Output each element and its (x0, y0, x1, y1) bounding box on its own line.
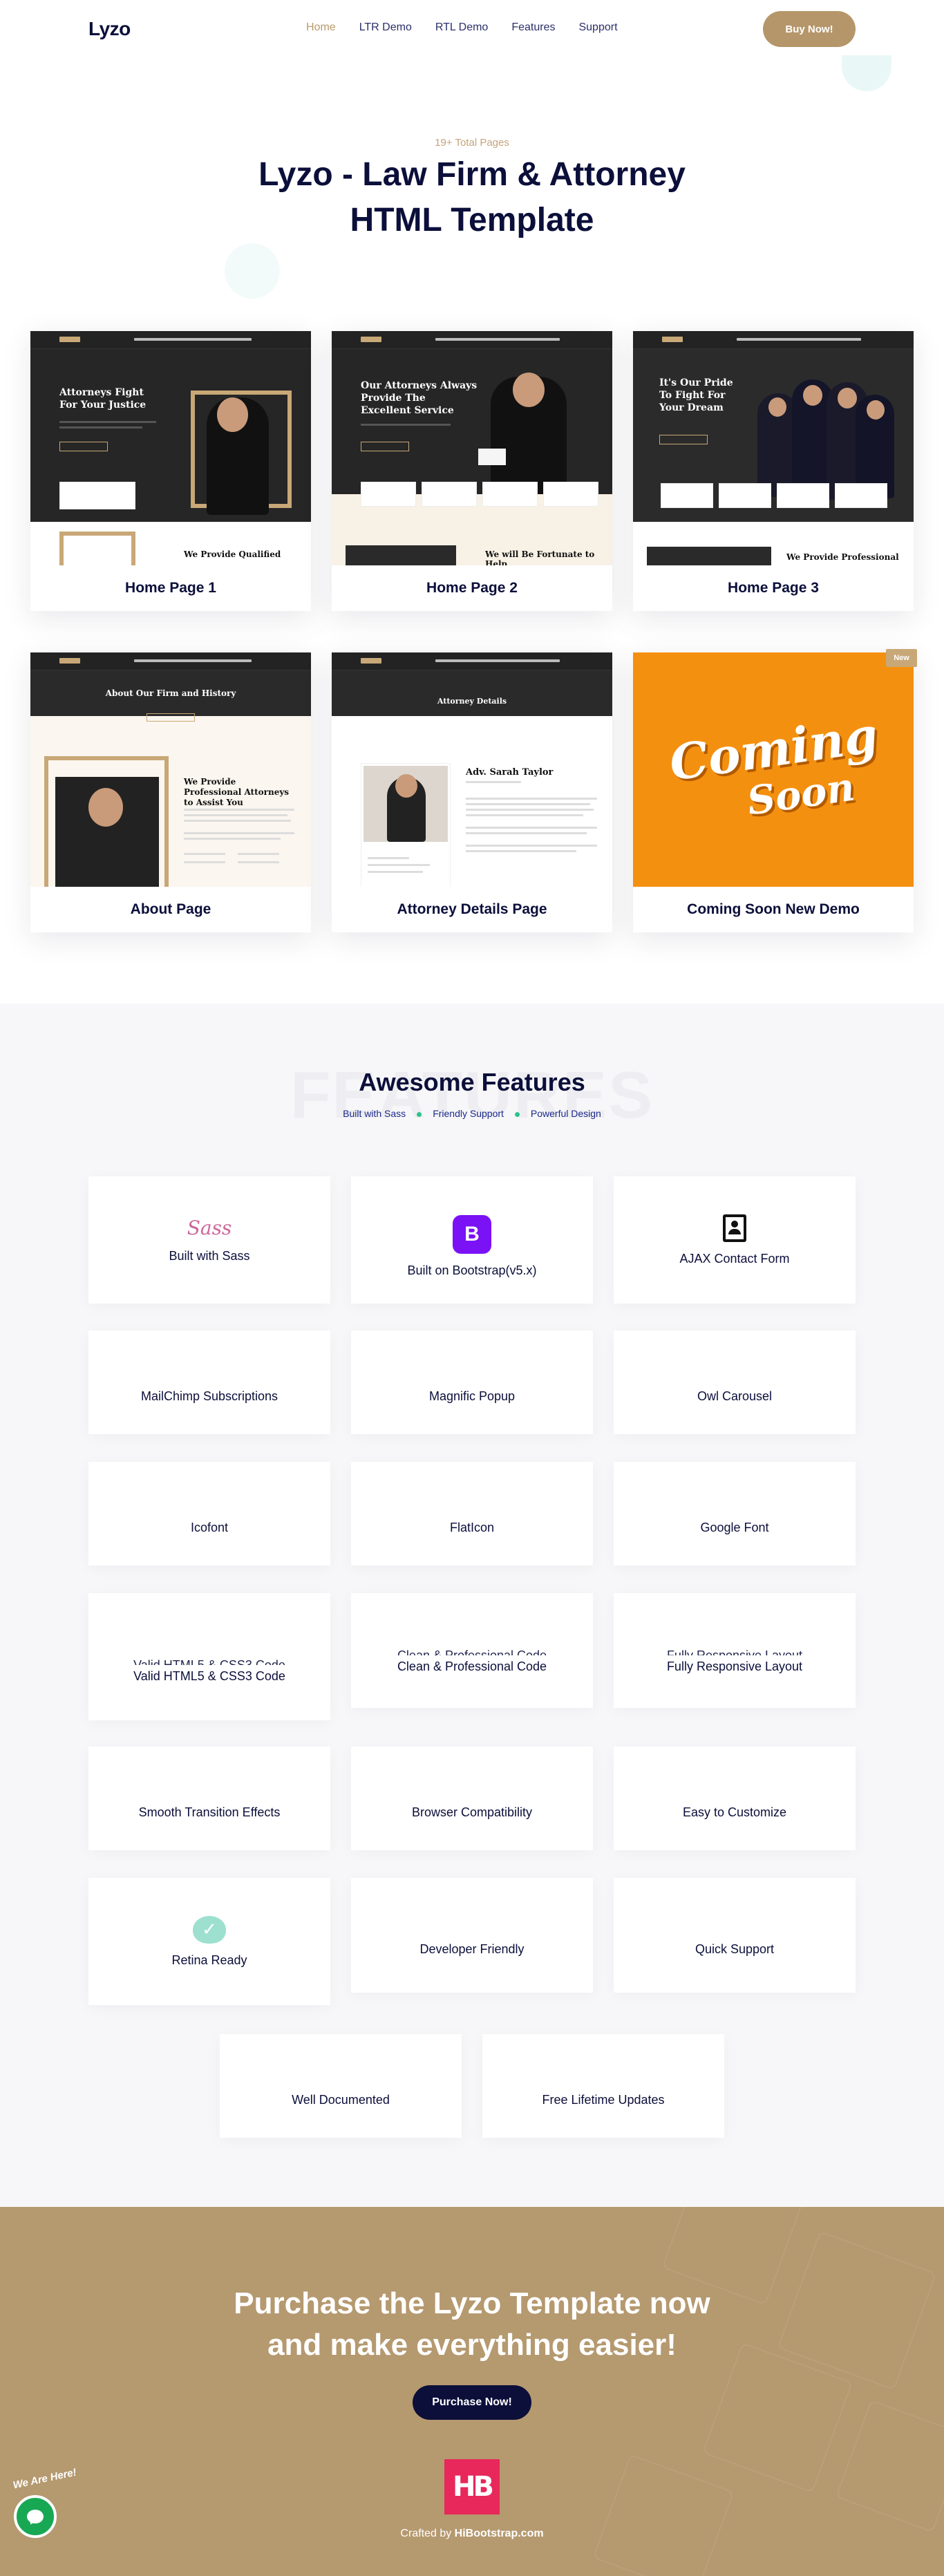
features-title: Awesome Features (359, 1068, 585, 1096)
demo-caption: Home Page 2 (426, 580, 518, 596)
hero-subtitle: 19+ Total Pages (435, 137, 509, 149)
feature-mailchimp: MailChimp Subscriptions (88, 1331, 330, 1434)
tag-sass: Built with Sass (343, 1108, 406, 1119)
feature-dev-friendly: Developer Friendly (351, 1878, 593, 1993)
site-header: Lyzo Home LTR Demo RTL Demo Features Sup… (0, 0, 944, 59)
bootstrap-icon: B (453, 1214, 491, 1254)
demo-caption: Attorney Details Page (397, 901, 547, 917)
crafted-by: Crafted by HiBootstrap.com (400, 2528, 544, 2539)
demo-caption: About Page (130, 901, 211, 917)
feature-bootstrap: B Built on Bootstrap(v5.x) (351, 1176, 593, 1304)
new-badge: New (886, 649, 917, 667)
demo-headline: Attorneys Fight For Your Justice (59, 387, 147, 411)
nav-rtl-demo[interactable]: RTL Demo (435, 21, 488, 34)
demo-caption: Coming Soon New Demo (687, 901, 860, 917)
decor-circle (842, 55, 891, 91)
demo-screenshot: Coming Soon (633, 652, 914, 887)
demo-caption: Home Page 3 (728, 580, 819, 596)
demo-screenshot: Attorney Details Adv. Sarah Taylor (332, 652, 612, 887)
purchase-title: Purchase the Lyzo Template now and make … (234, 2286, 710, 2362)
demo-caption: Home Page 1 (125, 580, 216, 596)
features-tags: Built with Sass Friendly Support Powerful … (0, 1108, 944, 1119)
feature-valid-html: Valid HTML5 & CSS3 Code Valid HTML5 & CS… (88, 1593, 330, 1720)
feature-transitions: Smooth Transition Effects (88, 1747, 330, 1850)
feature-browser-compat: Browser Compatibility (351, 1747, 593, 1850)
feature-magnific: Magnific Popup (351, 1331, 593, 1434)
contact-book-icon (723, 1214, 746, 1242)
demo-headline: About Our Firm and History (105, 688, 236, 698)
demo-bottom-text: We Provide Qualified (184, 549, 281, 559)
feature-quick-support: Quick Support (614, 1878, 856, 1993)
hibootstrap-logo[interactable]: HB (444, 2459, 500, 2514)
crafted-brand-link[interactable]: HiBootstrap.com (455, 2528, 544, 2539)
feature-ajax-contact: AJAX Contact Form (614, 1176, 856, 1304)
nav-support[interactable]: Support (578, 21, 617, 34)
demo-headline: Attorney Details (437, 697, 507, 706)
feature-owl-carousel: Owl Carousel (614, 1331, 856, 1434)
nav-home[interactable]: Home (306, 21, 336, 34)
feature-clean-code: Clean & Professional Code Clean & Profes… (351, 1593, 593, 1708)
feature-lifetime-updates: Free Lifetime Updates (482, 2034, 724, 2138)
demo-bottom-text: We Provide Professional (786, 552, 899, 562)
demo-card-home-1[interactable]: Attorneys Fight For Your Justice We Prov… (30, 331, 311, 611)
tag-support: Friendly Support (433, 1108, 504, 1119)
feature-retina: ✓ Retina Ready (88, 1878, 330, 2005)
retina-check-icon: ✓ (193, 1915, 226, 1944)
demo-bottom-text: We Provide Professional Attorneys to Ass… (184, 777, 290, 807)
demo-bottom-text: Adv. Sarah Taylor (466, 767, 554, 778)
feature-customize: Easy to Customize (614, 1747, 856, 1850)
decor-circle (225, 243, 280, 299)
feature-flaticon: FlatIcon (351, 1462, 593, 1566)
tag-design: Powerful Design (530, 1108, 601, 1119)
feature-responsive: Fully Responsive Layout Fully Responsive… (614, 1593, 856, 1708)
logo[interactable]: Lyzo (88, 18, 131, 40)
demo-bottom-text: We will Be Fortunate to Help (485, 549, 595, 565)
feature-documented: Well Documented (220, 2034, 462, 2138)
demo-card-about[interactable]: About Our Firm and History We Provide Pr… (30, 652, 311, 932)
feature-sass: Sass Built with Sass (88, 1176, 330, 1304)
chat-bubble-icon (27, 2510, 44, 2526)
demo-screenshot: About Our Firm and History We Provide Pr… (30, 652, 311, 887)
demo-headline: It's Our Pride To Fight For Your Dream (659, 377, 733, 413)
feature-google-font: Google Font (614, 1462, 856, 1566)
demo-screenshot: It's Our Pride To Fight For Your Dream W… (633, 331, 914, 565)
demo-headline: Our Attorneys Always Provide The Excelle… (361, 380, 478, 416)
purchase-now-button[interactable]: Purchase Now! (413, 2385, 531, 2420)
demo-card-home-2[interactable]: Our Attorneys Always Provide The Excelle… (332, 331, 612, 611)
demo-screenshot: Attorneys Fight For Your Justice We Prov… (30, 331, 311, 565)
chat-widget-button[interactable] (14, 2495, 57, 2538)
demo-card-home-3[interactable]: It's Our Pride To Fight For Your Dream W… (633, 331, 914, 611)
nav-ltr-demo[interactable]: LTR Demo (359, 21, 412, 34)
demo-card-attorney-details[interactable]: Attorney Details Adv. Sarah Taylor Attor… (332, 652, 612, 932)
hero-title: Lyzo - Law Firm & Attorney HTML Template (258, 156, 686, 238)
feature-icofont: Icofont (88, 1462, 330, 1566)
nav-features[interactable]: Features (511, 21, 555, 34)
main-nav: Home LTR Demo RTL Demo Features Support (306, 21, 641, 34)
buy-now-button[interactable]: Buy Now! (763, 11, 856, 47)
sass-icon: Sass (187, 1216, 232, 1239)
demo-screenshot: Our Attorneys Always Provide The Excelle… (332, 331, 612, 565)
demo-card-coming-soon[interactable]: Coming Soon Coming Soon New Demo (633, 652, 914, 932)
